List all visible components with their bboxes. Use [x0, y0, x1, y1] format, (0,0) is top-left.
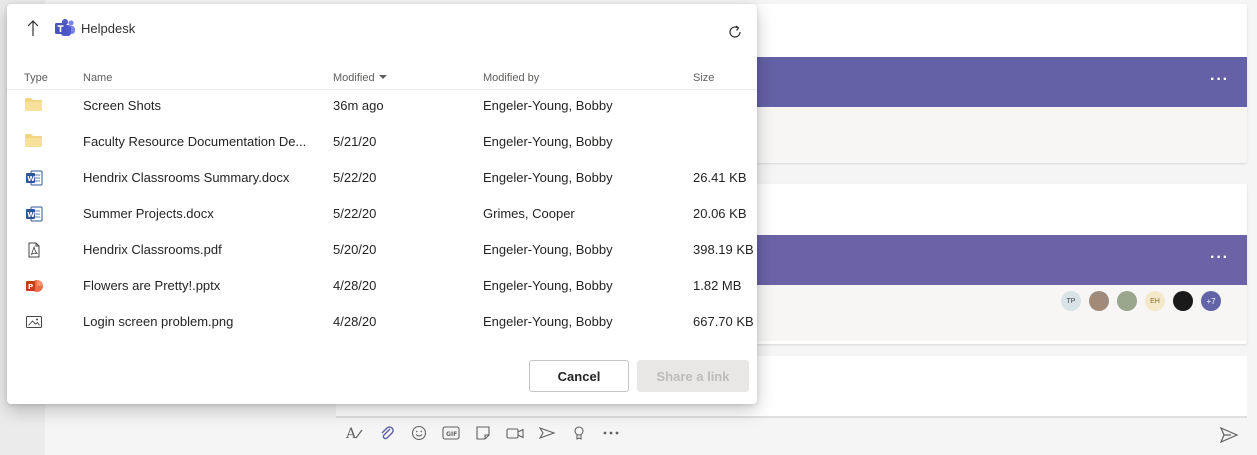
more-options-icon[interactable]: [602, 424, 620, 442]
more-participants-badge[interactable]: +7: [1201, 291, 1221, 311]
file-picker-dialog: Helpdesk Type Name Modified Modified by …: [7, 4, 757, 404]
svg-text:W: W: [27, 211, 35, 219]
up-arrow-icon[interactable]: [25, 19, 41, 37]
teams-logo-icon: [54, 18, 76, 38]
file-modified: 4/28/20: [333, 278, 377, 293]
file-row[interactable]: W Summer Projects.docx 5/22/20 Grimes, C…: [7, 195, 757, 231]
file-size: 26.41 KB: [693, 170, 747, 185]
sticker-icon[interactable]: [474, 424, 492, 442]
file-size: 20.06 KB: [693, 206, 747, 221]
participant-avatars: TP EH +7: [1061, 291, 1221, 311]
folder-icon: [25, 134, 43, 150]
emoji-icon[interactable]: [410, 424, 428, 442]
avatar[interactable]: [1089, 291, 1109, 311]
svg-text:P: P: [28, 283, 33, 291]
powerpoint-icon: P: [25, 278, 43, 294]
file-list: Screen Shots 36m ago Engeler-Young, Bobb…: [7, 87, 757, 339]
file-row[interactable]: P Flowers are Pretty!.pptx 4/28/20 Engel…: [7, 267, 757, 303]
file-name: Screen Shots: [83, 98, 162, 113]
column-header-modified[interactable]: Modified: [333, 72, 387, 84]
file-modified-by: Engeler-Young, Bobby: [483, 278, 613, 293]
file-row[interactable]: W Hendrix Classrooms Summary.docx 5/22/2…: [7, 159, 757, 195]
sort-descending-icon: [378, 75, 387, 80]
svg-text:W: W: [27, 175, 35, 183]
cancel-button[interactable]: Cancel: [529, 360, 629, 392]
praise-icon[interactable]: [570, 424, 588, 442]
file-name: Summer Projects.docx: [83, 206, 214, 221]
word-icon: W: [25, 170, 43, 186]
file-modified-by: Engeler-Young, Bobby: [483, 170, 613, 185]
file-size: 667.70 KB: [693, 314, 754, 329]
file-name: Login screen problem.png: [83, 314, 234, 329]
file-modified-by: Engeler-Young, Bobby: [483, 98, 613, 113]
avatar[interactable]: [1173, 291, 1193, 311]
pdf-icon: [25, 242, 43, 258]
file-name: Flowers are Pretty!.pptx: [83, 278, 221, 293]
word-icon: W: [25, 206, 43, 222]
share-link-button[interactable]: Share a link: [637, 360, 749, 392]
more-options-icon[interactable]: ···: [1210, 71, 1229, 89]
file-size: 1.82 MB: [693, 278, 742, 293]
avatar[interactable]: EH: [1145, 291, 1165, 311]
format-icon[interactable]: A: [346, 424, 364, 442]
compose-toolbar: A GIF: [346, 424, 620, 442]
send-icon[interactable]: [1219, 426, 1239, 444]
dialog-title: Helpdesk: [81, 21, 136, 36]
avatar[interactable]: TP: [1061, 291, 1081, 311]
attach-icon[interactable]: [378, 424, 396, 442]
file-modified-by: Engeler-Young, Bobby: [483, 314, 613, 329]
file-modified: 4/28/20: [333, 314, 377, 329]
file-name: Hendrix Classrooms Summary.docx: [83, 170, 290, 185]
file-modified-by: Grimes, Cooper: [483, 206, 575, 221]
more-options-icon[interactable]: ···: [1210, 249, 1229, 267]
file-modified: 5/22/20: [333, 170, 377, 185]
refresh-icon[interactable]: [727, 24, 743, 40]
file-name: Faculty Resource Documentation De...: [83, 134, 307, 149]
file-name: Hendrix Classrooms.pdf: [83, 242, 222, 257]
file-row[interactable]: Login screen problem.png 4/28/20 Engeler…: [7, 303, 757, 339]
image-icon: [25, 314, 43, 330]
column-header-size[interactable]: Size: [693, 72, 714, 84]
column-header-type: Type: [24, 72, 48, 84]
file-size: 398.19 KB: [693, 242, 754, 257]
file-modified: 36m ago: [333, 98, 384, 113]
svg-text:A: A: [346, 426, 357, 441]
column-header-modified-label: Modified: [333, 72, 375, 84]
avatar[interactable]: [1117, 291, 1137, 311]
file-row[interactable]: Faculty Resource Documentation De... 5/2…: [7, 123, 757, 159]
file-modified: 5/22/20: [333, 206, 377, 221]
meet-now-icon[interactable]: [506, 424, 524, 442]
file-modified-by: Engeler-Young, Bobby: [483, 134, 613, 149]
file-modified: 5/21/20: [333, 134, 377, 149]
file-modified-by: Engeler-Young, Bobby: [483, 242, 613, 257]
column-header-name[interactable]: Name: [83, 72, 112, 84]
file-row[interactable]: Hendrix Classrooms.pdf 5/20/20 Engeler-Y…: [7, 231, 757, 267]
file-row[interactable]: Screen Shots 36m ago Engeler-Young, Bobb…: [7, 87, 757, 123]
dialog-header: Helpdesk: [7, 4, 757, 54]
svg-text:GIF: GIF: [446, 431, 457, 438]
column-header-modified-by[interactable]: Modified by: [483, 72, 539, 84]
gif-icon[interactable]: GIF: [442, 424, 460, 442]
stream-icon[interactable]: [538, 424, 556, 442]
folder-icon: [25, 98, 43, 114]
file-modified: 5/20/20: [333, 242, 377, 257]
